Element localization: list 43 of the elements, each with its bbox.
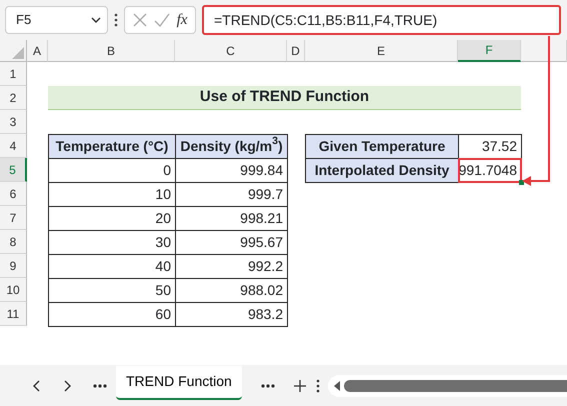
more-vertical-icon[interactable] — [114, 13, 118, 27]
result-cell[interactable]: 37.52 — [458, 134, 522, 159]
scrollbar-thumb[interactable] — [344, 380, 567, 392]
row-header[interactable]: 6 — [0, 182, 27, 206]
chevron-down-icon[interactable] — [91, 17, 101, 23]
row-header[interactable]: 7 — [0, 206, 27, 230]
row-label: Given Temperature — [305, 134, 459, 159]
checkmark-icon[interactable] — [154, 13, 170, 27]
column-header[interactable]: A — [27, 40, 48, 62]
row-header[interactable]: 5 — [0, 158, 27, 182]
fill-handle[interactable] — [519, 180, 524, 185]
formula-field[interactable]: =TREND(C5:C11,B5:B11,F4,TRUE) — [202, 5, 561, 35]
chevron-left-icon[interactable] — [32, 380, 40, 392]
table-cell: 60 — [48, 302, 176, 327]
column-heading: Temperature (°C) — [48, 134, 176, 159]
column-header[interactable]: E — [305, 40, 458, 62]
result-cell[interactable]: 991.7048 — [458, 158, 522, 183]
more-vertical-icon[interactable] — [316, 378, 320, 392]
more-horizontal-icon[interactable] — [260, 384, 275, 388]
row-header[interactable]: 4 — [0, 134, 27, 158]
insert-function-button[interactable]: fx — [176, 8, 188, 32]
column-header[interactable]: F — [458, 40, 521, 62]
row-header[interactable]: 9 — [0, 254, 27, 278]
row-header[interactable]: 10 — [0, 278, 27, 302]
row-header[interactable]: 2 — [0, 86, 27, 110]
column-header[interactable]: C — [175, 40, 287, 62]
sheet-tab[interactable]: TREND Function — [116, 366, 242, 400]
horizontal-scrollbar[interactable] — [328, 374, 567, 396]
row-label: Interpolated Density — [305, 158, 459, 183]
row-header[interactable]: 8 — [0, 230, 27, 254]
column-header[interactable]: B — [48, 40, 175, 62]
row-header[interactable]: 11 — [0, 302, 27, 326]
scroll-left-icon[interactable] — [334, 380, 340, 390]
more-horizontal-icon[interactable] — [93, 384, 107, 388]
row-header[interactable]: 1 — [0, 62, 27, 86]
row-header[interactable]: 3 — [0, 110, 27, 134]
table-cell: 983.2 — [175, 302, 288, 327]
chevron-right-icon[interactable] — [64, 380, 72, 392]
sheet-title: Use of TREND Function — [48, 86, 521, 110]
add-icon[interactable] — [294, 380, 306, 392]
column-heading: Density (kg/m$^{3}$) — [175, 134, 288, 159]
column-header[interactable]: D — [287, 40, 305, 62]
name-box[interactable]: F5 — [5, 6, 108, 34]
